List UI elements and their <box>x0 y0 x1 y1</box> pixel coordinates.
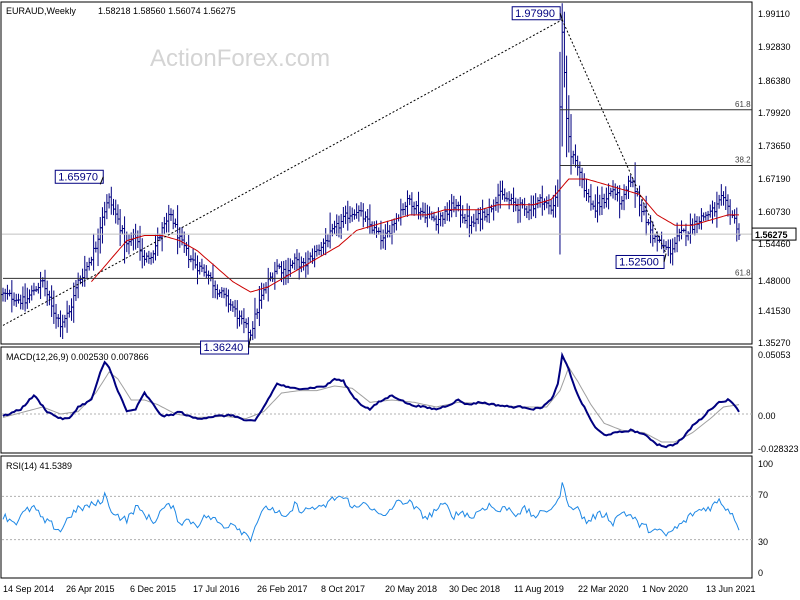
watermark: ActionForex.com <box>150 45 330 72</box>
price-tick-label: 1.60730 <box>758 207 791 217</box>
rsi-tick-label: 70 <box>758 490 768 500</box>
price-tick-label: 1.79920 <box>758 108 791 118</box>
time-tick-label: 8 Oct 2017 <box>321 584 365 594</box>
fib-level-label: 38.2 <box>735 156 751 165</box>
price-tick-label: 1.41530 <box>758 306 791 316</box>
price-tick-label: 1.48000 <box>758 276 791 286</box>
current-price-label: 1.56275 <box>755 230 788 240</box>
price-tick-label: 1.67190 <box>758 174 791 184</box>
fib-level-label: 61.8 <box>735 100 751 109</box>
fib-level-label: 61.8 <box>735 268 751 277</box>
time-tick-label: 26 Feb 2017 <box>257 584 308 594</box>
price-annotation-label: 1.52500 <box>619 256 659 268</box>
macd-title: MACD(12,26,9) 0.002530 0.007866 <box>6 352 149 362</box>
price-tick-label: 1.86380 <box>758 76 791 86</box>
time-tick-label: 20 May 2018 <box>385 584 437 594</box>
rsi-title: RSI(14) 41.5389 <box>6 461 72 471</box>
time-tick-label: 26 Apr 2015 <box>66 584 115 594</box>
chart-symbol: EURAUD,Weekly <box>6 6 76 16</box>
price-tick-label: 1.35270 <box>758 338 791 348</box>
price-annotation-label: 1.97990 <box>515 8 555 20</box>
time-tick-label: 11 Aug 2019 <box>514 584 564 594</box>
price-tick-label: 1.73650 <box>758 141 791 151</box>
macd-tick-label: 0.05053 <box>758 350 791 360</box>
rsi-tick-label: 30 <box>758 537 768 547</box>
time-tick-label: 13 Jun 2021 <box>706 584 756 594</box>
chart-ohlc: 1.58218 1.58560 1.56074 1.56275 <box>98 6 236 16</box>
forex-chart: ActionForex.com EURAUD,Weekly 1.58218 1.… <box>0 0 800 600</box>
price-annotation-label: 1.65970 <box>58 171 98 183</box>
price-tick-label: 1.92830 <box>758 42 791 52</box>
time-tick-label: 14 Sep 2014 <box>3 584 54 594</box>
time-tick-label: 6 Dec 2015 <box>130 584 176 594</box>
price-annotation-label: 1.36240 <box>204 342 244 354</box>
time-tick-label: 22 Mar 2020 <box>578 584 629 594</box>
chart-background <box>0 0 800 600</box>
macd-tick-label: 0.00 <box>758 411 776 421</box>
time-tick-label: 30 Dec 2018 <box>449 584 500 594</box>
macd-tick-label: -0.028323 <box>758 444 799 454</box>
rsi-tick-label: 100 <box>758 459 773 469</box>
rsi-tick-label: 0 <box>758 568 763 578</box>
price-tick-label: 1.99110 <box>758 9 790 19</box>
time-tick-label: 17 Jul 2016 <box>193 584 240 594</box>
time-tick-label: 1 Nov 2020 <box>642 584 688 594</box>
